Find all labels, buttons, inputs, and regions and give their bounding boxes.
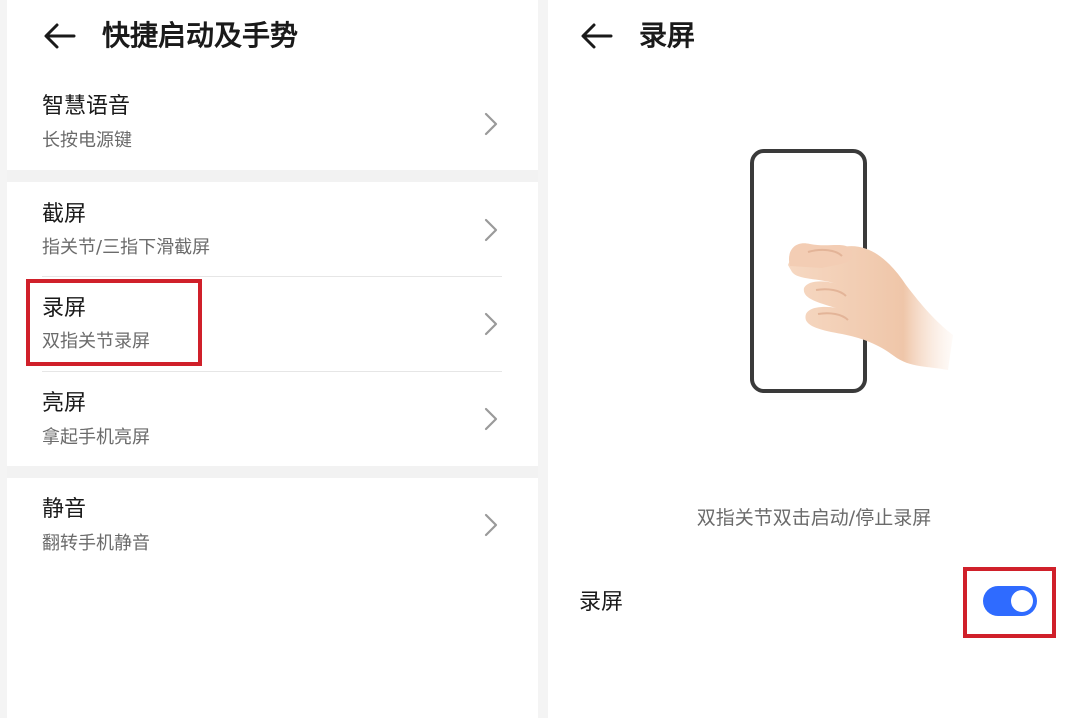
panel-gutter [538,0,548,718]
back-arrow-icon[interactable] [579,20,615,52]
list-item-subtitle: 双指关节录屏 [42,331,150,352]
list-item-screen-record[interactable]: 录屏 双指关节录屏 [7,277,538,371]
chevron-right-icon [484,312,498,336]
screen-record-toggle[interactable] [983,586,1037,616]
top-bar: 快捷启动及手势 [7,0,538,76]
list-item-title: 静音 [42,497,87,522]
page-title: 快捷启动及手势 [102,19,299,52]
section-separator [7,170,538,182]
list-item-voice[interactable]: 智慧语音 长按电源键 [7,84,538,170]
section-separator [7,466,538,478]
list-item-screenshot[interactable]: 截屏 指关节/三指下滑截屏 [7,182,538,276]
list-item-subtitle: 拿起手机亮屏 [42,427,150,448]
chevron-right-icon [484,112,498,136]
gestures-settings-panel: 快捷启动及手势 智慧语音 长按电源键 截屏 指关节/三指下滑截屏 录屏 双指关节… [7,0,538,718]
list-item-title: 录屏 [42,296,87,321]
list-item-title: 亮屏 [42,391,87,416]
list-item-mute[interactable]: 静音 翻转手机静音 [7,478,538,578]
list-item-subtitle: 指关节/三指下滑截屏 [42,237,211,258]
page-title: 录屏 [639,19,696,52]
chevron-right-icon [484,218,498,242]
top-bar: 录屏 [548,0,1080,76]
left-gutter [0,0,7,718]
chevron-right-icon [484,407,498,431]
toggle-knob [1011,590,1033,612]
list-item-title: 截屏 [42,202,87,227]
list-item-subtitle: 长按电源键 [42,130,132,151]
list-item-title: 智慧语音 [42,94,131,119]
knuckle-gesture-illustration [750,149,953,393]
list-item-subtitle: 翻转手机静音 [42,533,150,554]
screen-record-panel: 录屏 双指关节双击启动/停止录屏 录屏 [548,0,1080,718]
toggle-label: 录屏 [579,590,624,615]
list-item-wake-screen[interactable]: 亮屏 拿起手机亮屏 [7,372,538,466]
gesture-caption: 双指关节双击启动/停止录屏 [696,507,932,529]
chevron-right-icon [484,513,498,537]
back-arrow-icon[interactable] [42,20,78,52]
